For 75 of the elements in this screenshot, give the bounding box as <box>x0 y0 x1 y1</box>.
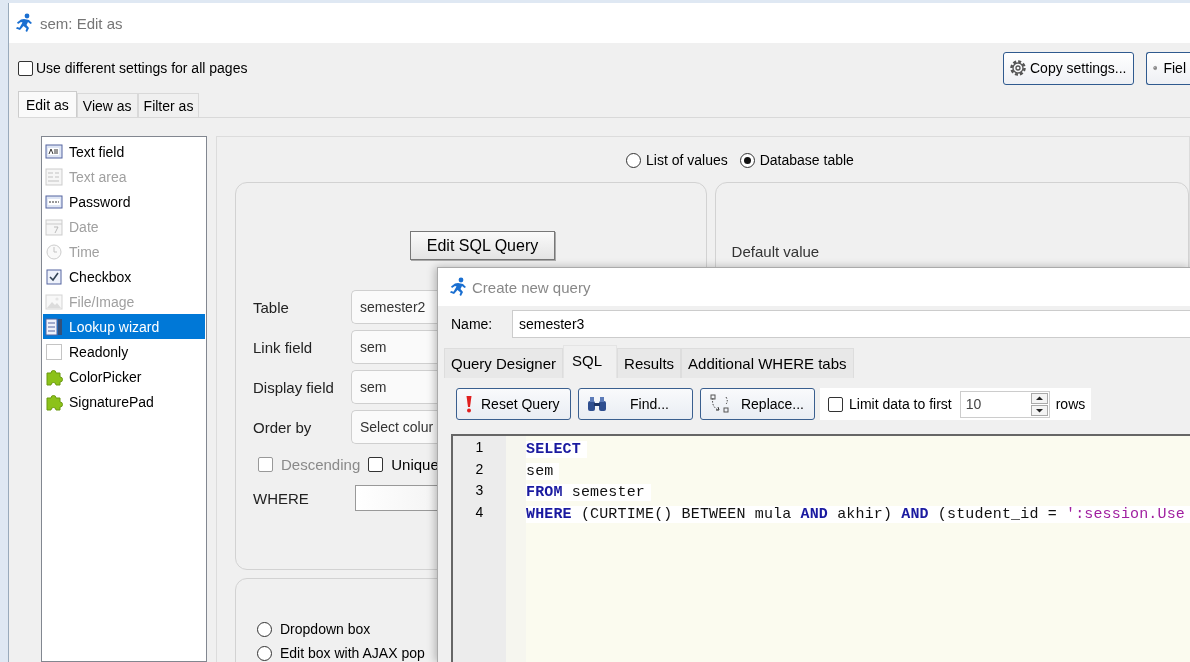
field-label: Table <box>253 298 290 316</box>
window-title: sem: Edit as <box>40 14 123 32</box>
input-field[interactable]: semester2 <box>351 290 437 324</box>
dotted-arrows-icon <box>709 394 731 414</box>
field-label: Link field <box>253 338 314 356</box>
input-field[interactable]: semester3 <box>512 310 1190 338</box>
clock-icon <box>45 242 63 261</box>
tab[interactable]: Filter as <box>137 93 200 117</box>
running-figure-icon <box>448 277 468 297</box>
running-figure-icon <box>14 13 34 33</box>
list-item[interactable]: Text field <box>43 139 205 164</box>
binoculars-icon <box>587 396 607 412</box>
checkbox-label: Unique <box>391 456 439 473</box>
radio-button[interactable] <box>257 621 272 637</box>
tab[interactable]: Query Designer <box>444 348 564 378</box>
exclamation-icon <box>465 395 473 413</box>
line-number: 1 <box>474 439 485 457</box>
radio-button[interactable] <box>626 152 641 168</box>
checkbox-label: Use different settings for all pages <box>36 60 248 76</box>
input-field[interactable]: sem <box>351 370 437 404</box>
password-icon <box>45 192 63 211</box>
radio-label: Edit box with AJAX pop <box>280 645 425 661</box>
field-label: Name: <box>451 316 494 332</box>
radio-button[interactable] <box>257 645 272 661</box>
checkbox-label: Limit data to first <box>849 396 952 412</box>
field-label: Display field <box>253 378 335 396</box>
checkbox-label: Descending <box>281 456 361 473</box>
tab[interactable]: SQL <box>563 345 618 378</box>
toolbar-button[interactable]: Reset Query <box>456 388 571 420</box>
tab[interactable]: Additional WHERE tabs <box>681 348 854 378</box>
checkbox[interactable] <box>828 396 843 412</box>
image-icon <box>45 292 63 311</box>
radio-label: List of values <box>646 152 728 168</box>
radio-label: Dropdown box <box>280 621 371 637</box>
radio-button[interactable] <box>739 152 755 168</box>
list-item[interactable]: Lookup wizard <box>43 314 205 339</box>
checkbox[interactable] <box>368 457 384 472</box>
tab[interactable]: Results <box>617 348 682 378</box>
toolbar-button[interactable]: Fiel <box>1146 51 1190 85</box>
line-number: 4 <box>474 503 485 522</box>
toolbar-button[interactable]: Find... <box>578 388 693 420</box>
puzzle-icon <box>45 367 63 386</box>
code-editor[interactable]: 1 2 3 4 SELECT sem FROM semester WHERE (CURTIME() BETWEEN mula AND akhir) AND (student_id = ':session.Use <box>451 434 1190 662</box>
text-area-icon <box>45 167 63 186</box>
field-label: Default value <box>731 243 820 260</box>
checkbox-icon <box>45 267 63 286</box>
calendar-icon <box>45 217 63 236</box>
field-label: Order by <box>253 418 313 436</box>
list-item[interactable]: ColorPicker <box>43 364 205 389</box>
number-field[interactable]: 10 <box>959 390 1050 418</box>
tab[interactable]: Edit as <box>18 91 77 117</box>
input-field[interactable] <box>355 485 437 511</box>
radio-label: Database table <box>759 152 854 168</box>
field-label: WHERE <box>253 489 310 507</box>
dialog-title: Create new query <box>472 278 591 296</box>
list-item[interactable]: Readonly <box>43 339 205 364</box>
checkbox[interactable] <box>18 60 33 76</box>
dropdown[interactable]: Select colur <box>351 410 437 444</box>
dotted-box-icon <box>45 342 63 361</box>
toolbar-button[interactable]: Copy settings... <box>1003 51 1134 85</box>
edit-sql-button[interactable]: Edit SQL Query <box>410 231 555 260</box>
tab[interactable]: View as <box>76 93 138 117</box>
settings-icon <box>1008 58 1028 78</box>
list-item[interactable]: SignaturePad <box>43 389 205 414</box>
line-number: 2 <box>474 460 485 479</box>
list-icon <box>45 317 63 336</box>
list-item[interactable]: Checkbox <box>43 264 205 289</box>
line-number: 3 <box>474 482 485 500</box>
puzzle-icon <box>45 392 63 411</box>
toolbar-button[interactable]: Replace... <box>700 388 815 420</box>
text-field-icon <box>45 142 63 161</box>
list-item[interactable]: Password <box>43 189 205 214</box>
spin-buttons[interactable] <box>1030 392 1049 416</box>
input-field[interactable]: sem <box>351 330 437 364</box>
unit-label: rows <box>1055 396 1086 412</box>
